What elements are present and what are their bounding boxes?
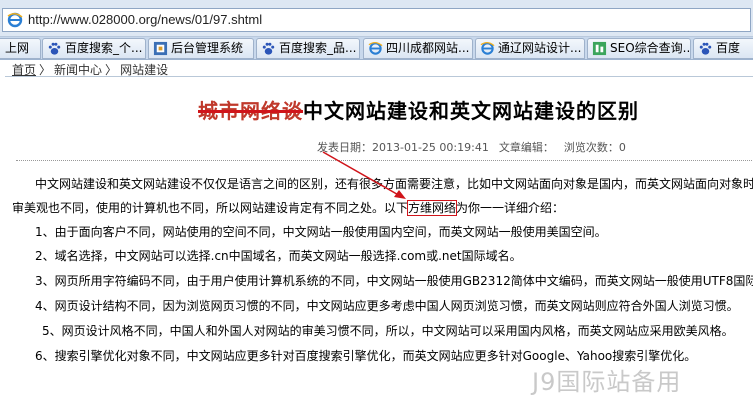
address-bar: http://www.028000.org/news/01/97.shtml	[0, 0, 753, 37]
intro-paragraph-line2: 审美观也不同，使用的计算机也不同，所以网站建设肯定有不同之处。以下方维网络为你一…	[12, 199, 564, 216]
tab-label: 后台管理系统	[171, 41, 244, 55]
tab-label: 百度	[716, 41, 741, 55]
tab-label: 上网	[5, 41, 30, 55]
highlighted-company-name: 方维网络	[407, 200, 458, 216]
tab-bar: 上网 百度搜索_个... 后台管理系统 百度搜索_品... 四川成都网站... …	[0, 37, 753, 60]
breadcrumb-separator: 〉	[39, 63, 52, 77]
list-item: 1、由于面向客户不同，网站使用的空间不同，中文网站一般使用国内空间，而英文网站一…	[35, 225, 607, 239]
list-item: 5、网页设计风格不同，中国人和外国人对网站的审美习惯不同，所以，中文网站可以采用…	[42, 324, 734, 338]
seo-icon	[592, 41, 607, 56]
tab-tongliao-design[interactable]: 通辽网站设计...	[475, 38, 585, 59]
paw-icon	[48, 42, 61, 55]
tab-baidu-search-2[interactable]: 百度搜索_品...	[256, 38, 360, 59]
ie-icon	[368, 41, 383, 55]
tab-label: 四川成都网站...	[386, 41, 470, 55]
url-field[interactable]: http://www.028000.org/news/01/97.shtml	[2, 8, 751, 32]
tab-admin-system[interactable]: 后台管理系统	[148, 38, 254, 59]
breadcrumb-current[interactable]: 网站建设	[120, 63, 168, 77]
tab-shangwang[interactable]: 上网	[0, 38, 41, 59]
tab-label: 通辽网站设计...	[498, 41, 582, 55]
intro-text-end: 为你一一详细介绍：	[456, 201, 565, 215]
publish-date: 发表日期：2013-01-25 00:19:41	[317, 141, 489, 154]
tab-seo-query[interactable]: SEO综合查询...	[587, 38, 691, 59]
article-meta: 发表日期：2013-01-25 00:19:41 文章编辑： 浏览次数：0	[317, 139, 636, 155]
tab-sichuan-chengdu[interactable]: 四川成都网站...	[363, 38, 473, 59]
tab-label: SEO综合查询...	[610, 41, 691, 55]
tab-label: 百度搜索_品...	[279, 41, 357, 55]
ie-icon	[7, 12, 23, 28]
watermark-text: J9国际站备用	[532, 368, 682, 396]
tab-label: 百度搜索_个...	[65, 41, 143, 55]
meta-divider	[16, 160, 752, 161]
tab-baidu-search-1[interactable]: 百度搜索_个...	[42, 38, 146, 59]
struck-title-prefix: 城市网络谈	[198, 99, 303, 123]
list-item: 4、网页设计结构不同，因为浏览网页习惯的不同，中文网站应更多考虑中国人网页浏览习…	[35, 299, 739, 313]
ie-icon	[480, 41, 495, 55]
breadcrumb-news[interactable]: 新闻中心	[54, 63, 102, 77]
intro-text-start: 审美观也不同，使用的计算机也不同，所以网站建设肯定有不同之处。以下	[12, 201, 409, 215]
intro-paragraph-line1: 中文网站建设和英文网站建设不仅仅是语言之间的区别，还有很多方面需要注意，比如中文…	[35, 177, 753, 191]
list-item: 3、网页所用字符编码不同，由于用户使用计算机系统的不同，中文网站一般使用GB23…	[35, 274, 753, 288]
breadcrumb-separator: 〉	[105, 63, 118, 77]
article-title: 城市网络谈中文网站建设和英文网站建设的区别	[198, 95, 639, 124]
article-title-text: 中文网站建设和英文网站建设的区别	[303, 99, 639, 123]
view-count: 浏览次数：0	[563, 141, 626, 154]
breadcrumb-home-link[interactable]: 首页	[12, 63, 36, 77]
list-item: 2、域名选择，中文网站可以选择.cn中国域名，而英文网站一般选择.com或.ne…	[35, 249, 522, 263]
paw-icon	[262, 42, 275, 55]
url-text: http://www.028000.org/news/01/97.shtml	[28, 12, 263, 27]
paw-icon	[699, 42, 712, 55]
article-editor: 文章编辑：	[498, 141, 554, 154]
page-icon	[153, 41, 168, 56]
tab-baidu[interactable]: 百度	[693, 38, 753, 59]
breadcrumb-divider	[5, 76, 753, 77]
